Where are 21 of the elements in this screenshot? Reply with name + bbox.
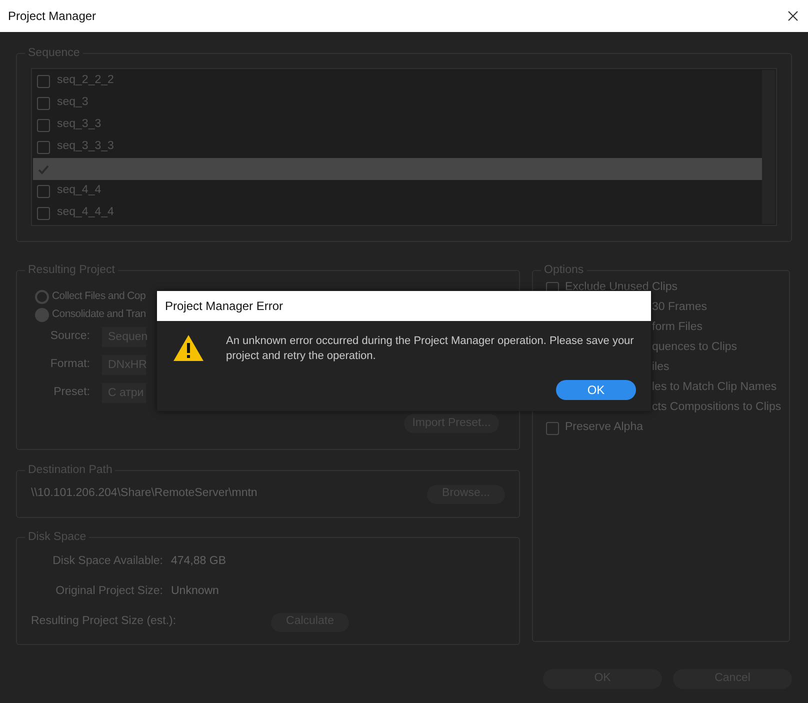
checkbox[interactable] (37, 184, 50, 198)
info-value: 474,88 GB (171, 554, 226, 570)
checkbox[interactable] (37, 140, 50, 154)
checkbox[interactable] (37, 206, 50, 220)
warning-icon (173, 334, 204, 362)
ok-button[interactable]: OK (556, 380, 636, 400)
radio-button[interactable] (35, 308, 49, 322)
checkbox[interactable] (37, 118, 50, 132)
scrollbar-track[interactable] (762, 70, 775, 224)
destination-path: \\10.101.206.204\Share\RemoteServer\mntn (31, 486, 258, 502)
radio-button[interactable] (35, 290, 49, 304)
error-message: An unknown error occurred during the Project Manager operation. Please save your project and retry the operation. (226, 334, 635, 364)
info-value: Unknown (171, 584, 219, 600)
dialog-title: Project Manager Error (165, 298, 284, 315)
checkmark-icon[interactable] (37, 162, 50, 176)
sequence-row[interactable] (33, 158, 762, 180)
window-title: Project Manager (8, 8, 96, 25)
checkbox[interactable] (546, 422, 559, 434)
checkbox[interactable] (37, 96, 50, 110)
checkbox[interactable] (37, 74, 50, 88)
close-icon[interactable] (788, 11, 798, 21)
